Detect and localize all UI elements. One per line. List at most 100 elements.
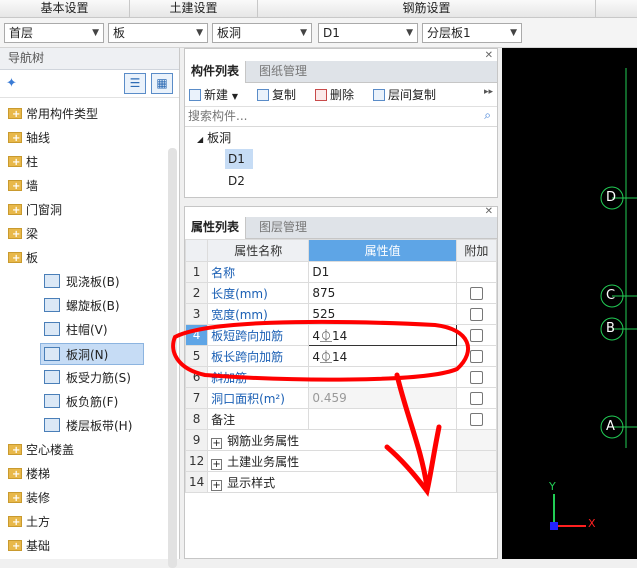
expand-group-civil[interactable]: + 土建业务属性: [207, 450, 457, 472]
tree-item-d1[interactable]: D1: [225, 149, 253, 169]
expand-group-rebar[interactable]: + 钢筋业务属性: [207, 429, 457, 451]
tab-drawing-management[interactable]: 图纸管理: [253, 61, 313, 83]
tree-item-d2[interactable]: D2: [228, 171, 245, 191]
nav-item-label: 空心楼盖: [26, 443, 75, 457]
nav-item-slab-main-rebar[interactable]: 板受力筋(S): [44, 367, 131, 389]
expand-icon: +: [211, 458, 223, 470]
extra-checkbox[interactable]: [469, 329, 483, 342]
basic-settings-menu[interactable]: 基本设置: [0, 0, 130, 18]
nav-item-common-types[interactable]: 常用构件类型: [8, 103, 98, 126]
property-value[interactable]: [308, 366, 457, 388]
folder-open-icon: [8, 248, 22, 270]
drawing-canvas[interactable]: D C B A Y X: [502, 48, 637, 559]
tab-layer-management[interactable]: 图层管理: [253, 217, 313, 239]
property-value-editing[interactable]: 4⏂14: [308, 324, 457, 346]
pin-icon[interactable]: ✦: [6, 76, 17, 91]
nav-item-door-window[interactable]: 门窗洞: [8, 199, 63, 222]
nav-item-label: 梁: [26, 227, 39, 241]
more-icon[interactable]: ▸▸: [484, 87, 493, 97]
floor-band-icon: [44, 418, 60, 432]
nav-scrollbar[interactable]: [168, 148, 177, 568]
delete-button[interactable]: 删除: [315, 86, 354, 104]
nav-item-column-cap[interactable]: 柱帽(V): [44, 319, 108, 341]
civil-settings-menu[interactable]: 土建设置: [130, 0, 258, 18]
tree-root-slab-hole[interactable]: ◢ 板洞: [197, 129, 231, 147]
rebar-settings-menu[interactable]: 钢筋设置: [258, 0, 596, 18]
property-tabs: 属性列表 图层管理: [185, 217, 497, 239]
nav-item-stairs[interactable]: 楼梯: [8, 463, 50, 486]
grid-view-icon[interactable]: ▦: [151, 73, 173, 94]
extra-checkbox[interactable]: [469, 350, 483, 363]
table-row[interactable]: 14 + 显示样式: [184, 471, 498, 493]
nav-item-label: 板: [26, 251, 39, 265]
extra-checkbox[interactable]: [469, 287, 483, 300]
nav-item-floor-band[interactable]: 楼层板带(H): [44, 415, 132, 437]
extra-checkbox[interactable]: [469, 413, 483, 426]
tree-item-label: D2: [228, 174, 245, 188]
property-name: 宽度(mm): [207, 303, 310, 325]
layer-select[interactable]: 分层板1 ▼: [422, 23, 522, 43]
list-view-icon[interactable]: ☰: [124, 73, 146, 94]
expand-group-display[interactable]: + 显示样式: [207, 471, 457, 493]
nav-item-slab-hole[interactable]: 板洞(N): [40, 343, 144, 365]
extra-checkbox[interactable]: [469, 371, 483, 384]
table-row[interactable]: 6 斜加筋: [184, 366, 498, 388]
search-icon[interactable]: ⌕: [484, 108, 491, 123]
component-type-select[interactable]: 板洞 ▼: [212, 23, 312, 43]
table-row[interactable]: 8 备注: [184, 408, 498, 430]
new-button[interactable]: 新建 ▼: [189, 86, 238, 104]
table-row[interactable]: 3 宽度(mm) 525: [184, 303, 498, 325]
nav-item-spiral-slab[interactable]: 螺旋板(B): [44, 295, 120, 317]
table-row[interactable]: 1 名称 D1: [184, 261, 498, 283]
floor-select-value: 首层: [9, 26, 34, 40]
axis-label-d: D: [606, 190, 617, 205]
property-list-panel: ✕ 属性列表 图层管理 属性名称 属性值 附加 1 名称 D1 2 长度(mm)…: [171, 206, 498, 559]
nav-item-foundation[interactable]: 基础: [8, 535, 50, 558]
table-row[interactable]: 5 板长跨向加筋 4⏂14: [184, 345, 498, 367]
table-row[interactable]: 9 + 钢筋业务属性: [184, 429, 498, 451]
floor-select[interactable]: 首层 ▼: [4, 23, 104, 43]
extra-cell: [455, 471, 498, 493]
property-value[interactable]: D1: [308, 261, 457, 283]
nav-item-beam[interactable]: 梁: [8, 223, 39, 246]
tab-property-list[interactable]: 属性列表: [185, 217, 247, 239]
row-number-header: [184, 239, 209, 262]
property-value[interactable]: 525: [308, 303, 457, 325]
property-group-label: 显示样式: [227, 475, 276, 490]
nav-item-column[interactable]: 柱: [8, 151, 38, 174]
nav-item-slab-neg-rebar[interactable]: 板负筋(F): [44, 391, 118, 413]
axis-label-c: C: [606, 288, 616, 303]
nav-item-label: 门窗洞: [26, 203, 63, 217]
slab-hole-icon: [44, 347, 60, 361]
table-row[interactable]: 12 + 土建业务属性: [184, 450, 498, 472]
nav-item-decoration[interactable]: 装修: [8, 487, 50, 510]
nav-item-hollow-floor[interactable]: 空心楼盖: [8, 439, 75, 462]
extra-cell: [455, 387, 498, 409]
category-select[interactable]: 板 ▼: [108, 23, 208, 43]
property-value[interactable]: 4⏂14: [308, 345, 457, 367]
nav-item-wall[interactable]: 墙: [8, 175, 38, 198]
tab-component-list[interactable]: 构件列表: [185, 61, 247, 83]
search-input[interactable]: [185, 107, 465, 125]
nav-item-slab[interactable]: 板: [8, 247, 39, 270]
layer-copy-button[interactable]: 层间复制: [373, 86, 436, 104]
close-icon[interactable]: ✕: [485, 206, 493, 217]
navigation-tree-panel: 导航树 ✦ ☰ ▦ 常用构件类型 轴线 柱 墙 门窗洞 梁 板 现浇板(B) 螺…: [0, 48, 180, 568]
nav-item-earthwork[interactable]: 土方: [8, 511, 51, 534]
component-select[interactable]: D1 ▼: [318, 23, 418, 43]
table-row[interactable]: 4 板短跨向加筋 4⏂14: [184, 324, 498, 346]
property-group-label: 钢筋业务属性: [227, 433, 300, 448]
folder-icon: [8, 200, 22, 222]
nav-item-label: 土方: [26, 515, 51, 529]
table-row[interactable]: 2 长度(mm) 875: [184, 282, 498, 304]
property-value[interactable]: [308, 408, 457, 430]
nav-item-axis[interactable]: 轴线: [8, 127, 50, 150]
copy-button[interactable]: 复制: [257, 86, 296, 104]
table-row[interactable]: 7 洞口面积(m²) 0.459: [184, 387, 498, 409]
nav-item-cast-slab[interactable]: 现浇板(B): [44, 271, 120, 293]
property-value[interactable]: 875: [308, 282, 457, 304]
extra-cell: [455, 345, 498, 367]
extra-checkbox[interactable]: [469, 392, 483, 405]
extra-checkbox[interactable]: [469, 308, 483, 321]
close-icon[interactable]: ✕: [485, 50, 493, 61]
